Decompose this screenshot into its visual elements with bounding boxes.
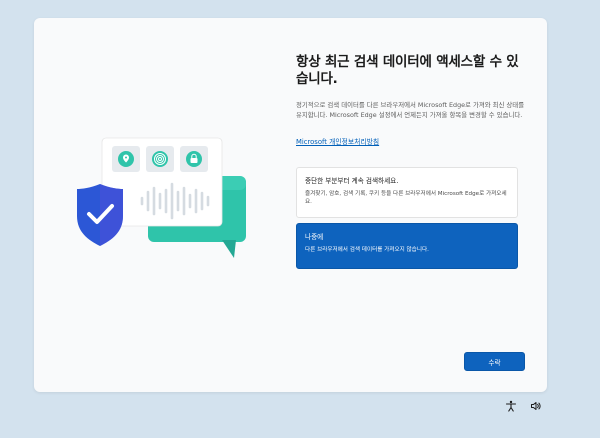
accessibility-icon[interactable] [505,400,517,412]
shield-check-icon [77,184,123,246]
lock-icon [186,151,202,167]
option-title: 나중에 [305,233,324,241]
option-description: 다른 브라우저에서 검색 데이터를 가져오지 않습니다. [305,247,429,253]
accept-button[interactable]: 수락 [464,352,525,371]
content-panel: 항상 최근 검색 데이터에 액세스할 수 있습니다. 정기적으로 검색 데이터를… [296,54,528,148]
option-title: 중단한 부분부터 계속 검색하세요. [305,177,399,185]
option-continue-browsing[interactable]: 중단한 부분부터 계속 검색하세요. 즐겨찾기, 암호, 검색 기록, 쿠키 등… [296,167,518,218]
privacy-link[interactable]: Microsoft 개인정보처리방침 [296,136,379,146]
option-later[interactable]: 나중에 다른 브라우저에서 검색 데이터를 가져오지 않습니다. [296,223,518,269]
volume-icon[interactable] [530,400,542,412]
fingerprint-icon [152,151,168,167]
illustration [77,137,246,258]
location-pin-icon [118,151,134,167]
page-description: 정기적으로 검색 데이터를 다른 브라우저에서 Microsoft Edge로 … [296,101,525,119]
option-description: 즐겨찾기, 암호, 검색 기록, 쿠키 등을 다른 브라우저에서 Microso… [305,191,507,205]
page-title: 항상 최근 검색 데이터에 액세스할 수 있습니다. [296,54,519,87]
